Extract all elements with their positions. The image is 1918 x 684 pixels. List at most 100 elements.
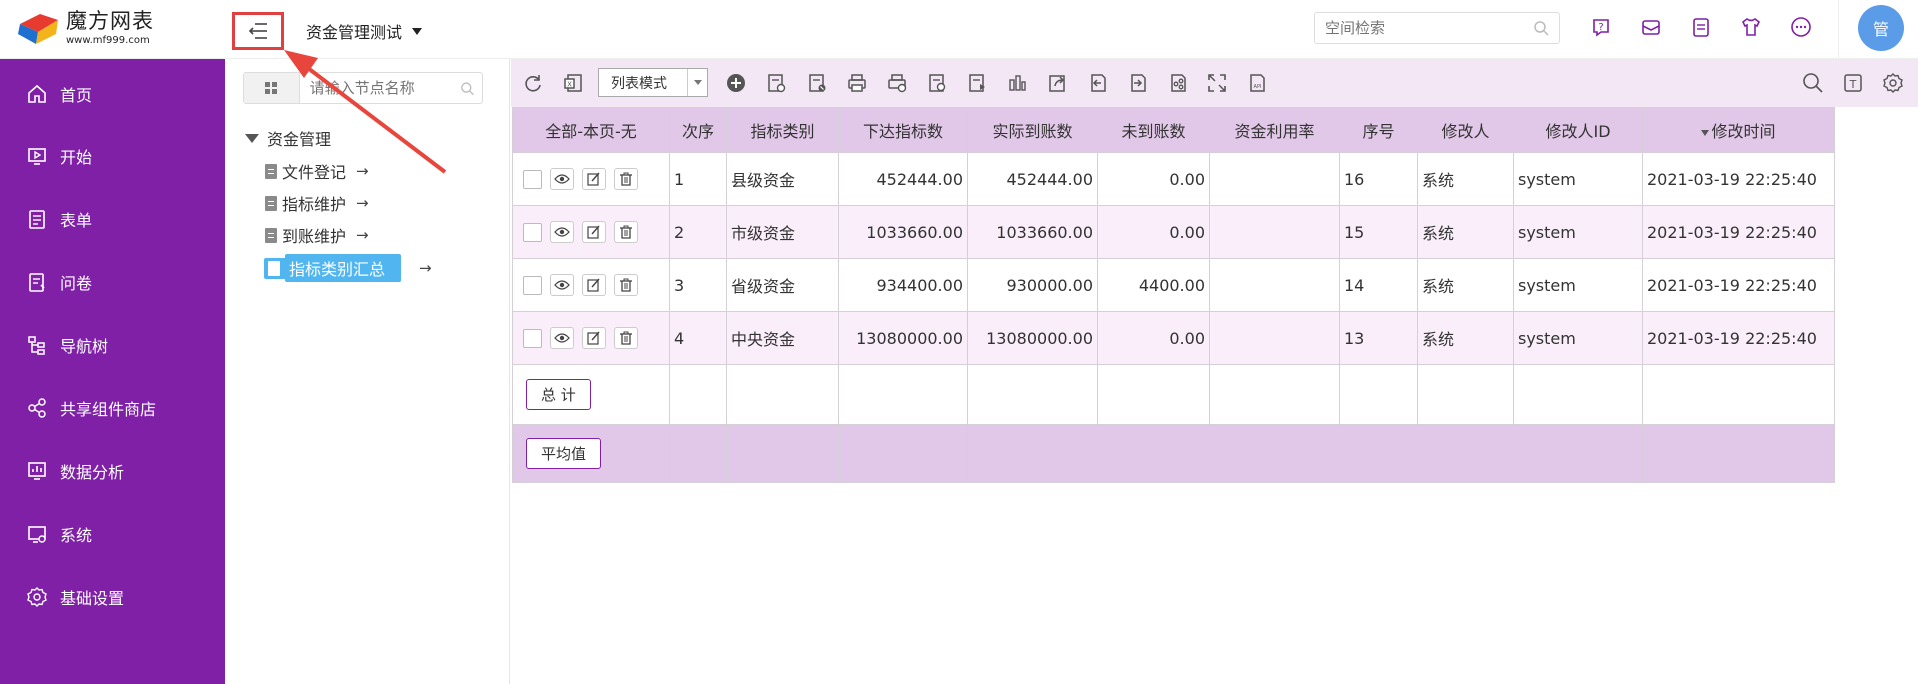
table-row[interactable]: 3 省级资金 934400.00 930000.00 4400.00 14 系统… xyxy=(512,258,1835,312)
print-icon[interactable] xyxy=(845,71,869,95)
system-icon xyxy=(24,521,50,547)
cell-editor-id: system xyxy=(1513,311,1643,365)
export-excel-icon[interactable]: X xyxy=(561,71,585,95)
tree-root[interactable]: 资金管理 xyxy=(245,126,331,150)
help-icon[interactable]: ? xyxy=(1588,14,1614,40)
delete-icon[interactable] xyxy=(614,327,638,349)
view-icon[interactable] xyxy=(550,327,574,349)
view-icon[interactable] xyxy=(550,168,574,190)
import-data-icon[interactable] xyxy=(1085,71,1109,95)
api-icon[interactable]: API xyxy=(1245,71,1269,95)
collapse-menu-button[interactable] xyxy=(232,12,284,50)
tree-node-active[interactable]: 指标类别汇总 → xyxy=(264,254,432,282)
statistics-icon[interactable] xyxy=(1005,71,1029,95)
view-mode-select[interactable]: 列表模式 xyxy=(598,68,708,97)
row-checkbox[interactable] xyxy=(523,169,542,189)
table-row[interactable]: 4 中央资金 13080000.00 13080000.00 0.00 13 系… xyxy=(512,311,1835,365)
link-share-icon[interactable] xyxy=(1165,71,1189,95)
sidebar-item-component-store[interactable]: 共享组件商店 xyxy=(0,388,225,428)
fullscreen-icon[interactable] xyxy=(1205,71,1229,95)
column-header-select[interactable]: 全部-本页-无 xyxy=(512,107,670,153)
sidebar-item-nav-tree[interactable]: 导航树 xyxy=(0,325,225,365)
view-icon[interactable] xyxy=(550,274,574,296)
table-row[interactable]: 1 县级资金 452444.00 452444.00 0.00 16 系统 sy… xyxy=(512,152,1835,206)
search-icon[interactable] xyxy=(1533,20,1549,36)
settings-icon[interactable] xyxy=(1881,71,1905,95)
arrow-right-icon: → xyxy=(356,162,369,180)
form-icon xyxy=(24,206,50,232)
column-header[interactable]: 修改人ID xyxy=(1513,107,1643,153)
cell-order: 4 xyxy=(669,311,727,365)
add-icon[interactable] xyxy=(724,71,748,95)
average-button[interactable]: 平均值 xyxy=(526,438,602,469)
dropdown-arrow-icon[interactable] xyxy=(687,69,707,96)
search-icon[interactable] xyxy=(1801,71,1825,95)
more-icon[interactable] xyxy=(1788,14,1814,40)
edit-icon[interactable] xyxy=(582,168,606,190)
column-header[interactable]: 资金利用率 xyxy=(1209,107,1340,153)
tree-search[interactable] xyxy=(243,72,483,104)
view-icon[interactable] xyxy=(550,221,574,243)
cell-received: 930000.00 xyxy=(967,258,1098,312)
batch-delete-icon[interactable] xyxy=(805,71,829,95)
space-search[interactable] xyxy=(1314,12,1560,44)
tree-panel: 资金管理 文件登记 → 指标维护 → 到账维护 → 指标类别汇总 → xyxy=(225,59,733,684)
cell-order: 3 xyxy=(669,258,727,312)
space-search-input[interactable] xyxy=(1325,19,1525,37)
total-button[interactable]: 总 计 xyxy=(526,379,591,410)
sidebar-item-system[interactable]: 系统 xyxy=(0,514,225,554)
sidebar-item-home[interactable]: 首页 xyxy=(0,74,225,114)
logo[interactable]: 魔方网表 www.mf999.com xyxy=(18,10,154,46)
search-icon[interactable] xyxy=(460,81,474,96)
share-out-icon[interactable] xyxy=(1045,71,1069,95)
column-header[interactable]: 未到账数 xyxy=(1097,107,1210,153)
sidebar-item-questionnaire[interactable]: 问卷 xyxy=(0,262,225,302)
column-header[interactable]: 指标类别 xyxy=(726,107,839,153)
tree-node[interactable]: 文件登记 → xyxy=(265,159,369,183)
sidebar-item-data-analysis[interactable]: 数据分析 xyxy=(0,451,225,491)
column-header[interactable]: 序号 xyxy=(1339,107,1418,153)
arrow-right-icon: → xyxy=(356,194,369,212)
column-header[interactable]: 实际到账数 xyxy=(967,107,1098,153)
delete-icon[interactable] xyxy=(614,168,638,190)
text-format-icon[interactable]: T xyxy=(1841,71,1865,95)
form-settings-icon[interactable] xyxy=(925,71,949,95)
cell-category: 中央资金 xyxy=(726,311,839,365)
import-icon[interactable] xyxy=(965,71,989,95)
edit-icon[interactable] xyxy=(582,327,606,349)
tree-node[interactable]: 到账维护 → xyxy=(265,223,369,247)
column-header[interactable]: 修改人 xyxy=(1417,107,1514,153)
edit-icon[interactable] xyxy=(582,274,606,296)
message-icon[interactable] xyxy=(1638,14,1664,40)
notes-icon[interactable] xyxy=(1688,14,1714,40)
refresh-icon[interactable] xyxy=(521,71,545,95)
cell-seq: 14 xyxy=(1339,258,1418,312)
document-icon xyxy=(268,260,280,276)
edit-icon[interactable] xyxy=(582,221,606,243)
theme-shirt-icon[interactable] xyxy=(1738,14,1764,40)
row-checkbox[interactable] xyxy=(523,328,542,348)
avatar[interactable]: 管 xyxy=(1858,5,1904,51)
column-header[interactable]: 下达指标数 xyxy=(838,107,968,153)
column-header-sorted[interactable]: 修改时间 xyxy=(1642,107,1835,153)
column-header[interactable]: 次序 xyxy=(669,107,727,153)
print-settings-icon[interactable] xyxy=(885,71,909,95)
cell-rate xyxy=(1209,311,1340,365)
delete-icon[interactable] xyxy=(614,274,638,296)
delete-icon[interactable] xyxy=(614,221,638,243)
row-checkbox[interactable] xyxy=(523,222,542,242)
sidebar-item-start[interactable]: 开始 xyxy=(0,136,225,176)
export-data-icon[interactable] xyxy=(1125,71,1149,95)
caret-down-icon xyxy=(412,27,423,35)
sidebar-item-form[interactable]: 表单 xyxy=(0,199,225,239)
table-row[interactable]: 2 市级资金 1033660.00 1033660.00 0.00 15 系统 … xyxy=(512,205,1835,259)
batch-edit-icon[interactable] xyxy=(764,71,788,95)
expand-triangle-icon[interactable] xyxy=(245,133,259,143)
sidebar-item-basic-settings[interactable]: 基础设置 xyxy=(0,577,225,617)
tree-node[interactable]: 指标维护 → xyxy=(265,191,369,215)
row-checkbox[interactable] xyxy=(523,275,542,295)
sidebar-item-label: 系统 xyxy=(60,526,93,545)
grid-view-button[interactable] xyxy=(244,73,300,103)
space-selector[interactable]: 资金管理测试 xyxy=(306,19,423,43)
tree-search-input[interactable] xyxy=(309,73,460,103)
